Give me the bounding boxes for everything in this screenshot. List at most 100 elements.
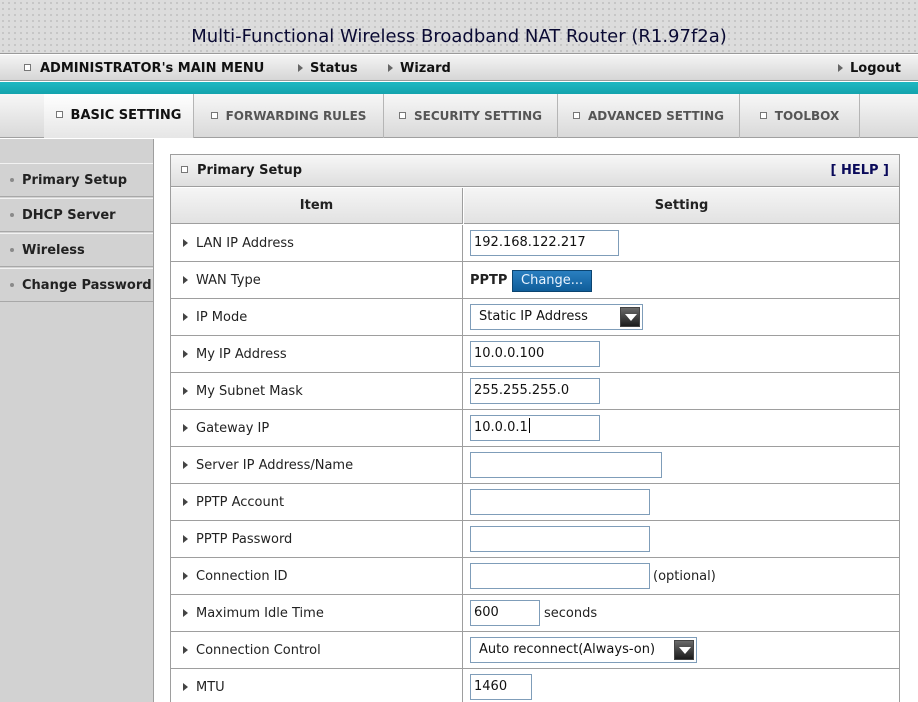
sidebar-item-wireless[interactable]: Wireless [0, 233, 153, 267]
bullet-icon [10, 283, 14, 287]
dropdown-arrow-icon [674, 640, 694, 660]
row-setting: 192.168.122.217 [470, 225, 895, 261]
table-row: Connection Control Auto reconnect(Always… [171, 632, 899, 669]
row-setting: 1460 [470, 669, 895, 702]
ip-mode-select[interactable]: Static IP Address [470, 304, 643, 330]
arrow-right-icon [183, 276, 188, 284]
arrow-right-icon [838, 64, 843, 72]
row-setting: 600 seconds [470, 595, 895, 631]
square-bullet-icon [210, 112, 218, 119]
table-row: PPTP Password [171, 521, 899, 558]
row-label: Server IP Address/Name [171, 447, 463, 483]
row-label: IP Mode [171, 299, 463, 335]
arrow-right-icon [183, 498, 188, 506]
table-row: IP Mode Static IP Address [171, 299, 899, 336]
bullet-icon [10, 248, 14, 252]
admin-main-menu-link[interactable]: ADMINISTRATOR's MAIN MENU [24, 61, 264, 76]
table-row: LAN IP Address 192.168.122.217 [171, 225, 899, 262]
row-setting: (optional) [470, 558, 895, 594]
tab-basic-setting[interactable]: BASIC SETTING [44, 94, 194, 138]
page-title: Multi-Functional Wireless Broadband NAT … [191, 26, 727, 47]
connection-id-input[interactable] [470, 563, 650, 589]
wan-type-value: PPTP [470, 273, 508, 288]
arrow-right-icon [183, 424, 188, 432]
panel-title: Primary Setup [181, 163, 302, 178]
row-setting: 10.0.0.100 [470, 336, 895, 372]
square-bullet-icon [399, 112, 406, 119]
row-label: MTU [171, 669, 463, 702]
arrow-right-icon [183, 609, 188, 617]
row-label: WAN Type [171, 262, 463, 298]
arrow-right-icon [183, 683, 188, 691]
logout-link[interactable]: Logout [838, 61, 901, 76]
square-bullet-icon [55, 111, 63, 118]
arrow-right-icon [183, 535, 188, 543]
table-row: Server IP Address/Name [171, 447, 899, 484]
row-label: Connection Control [171, 632, 463, 668]
gateway-ip-input[interactable]: 10.0.0.1 [470, 415, 600, 441]
accent-strip [0, 82, 918, 94]
lan-ip-input[interactable]: 192.168.122.217 [470, 230, 619, 256]
sidebar: Primary Setup DHCP Server Wireless Chang… [0, 139, 154, 702]
tab-bar: BASIC SETTING FORWARDING RULES SECURITY … [0, 94, 918, 138]
tab-toolbox[interactable]: TOOLBOX [740, 94, 860, 138]
primary-setup-panel: Primary Setup [ HELP ] Item Setting LAN … [170, 154, 900, 702]
connection-control-select[interactable]: Auto reconnect(Always-on) [470, 637, 697, 663]
row-setting [470, 484, 895, 520]
sidebar-item-change-password[interactable]: Change Password [0, 268, 153, 302]
title-bar: Multi-Functional Wireless Broadband NAT … [0, 0, 918, 54]
idle-time-input[interactable]: 600 [470, 600, 540, 626]
row-label: Connection ID [171, 558, 463, 594]
seconds-unit: seconds [544, 606, 598, 621]
table-row: Gateway IP 10.0.0.1 [171, 410, 899, 447]
table-row: PPTP Account [171, 484, 899, 521]
row-label: My Subnet Mask [171, 373, 463, 409]
row-setting: 255.255.255.0 [470, 373, 895, 409]
wizard-link[interactable]: Wizard [388, 61, 451, 76]
table-row: Maximum Idle Time 600 seconds [171, 595, 899, 632]
sidebar-item-primary-setup[interactable]: Primary Setup [0, 163, 153, 197]
square-bullet-icon [181, 166, 188, 173]
text-cursor [528, 418, 530, 433]
arrow-right-icon [298, 64, 303, 72]
row-label: PPTP Password [171, 521, 463, 557]
pptp-password-input[interactable] [470, 526, 650, 552]
row-label: PPTP Account [171, 484, 463, 520]
sidebar-item-dhcp-server[interactable]: DHCP Server [0, 198, 153, 232]
arrow-right-icon [388, 64, 393, 72]
optional-hint: (optional) [653, 569, 716, 584]
table-row: Connection ID (optional) [171, 558, 899, 595]
row-label: LAN IP Address [171, 225, 463, 261]
row-label: My IP Address [171, 336, 463, 372]
arrow-right-icon [183, 646, 188, 654]
row-setting: PPTP Change... [470, 262, 895, 298]
column-header-item: Item [171, 188, 463, 224]
help-link[interactable]: [ HELP ] [830, 163, 889, 178]
tab-forwarding-rules[interactable]: FORWARDING RULES [194, 94, 384, 138]
row-setting: Static IP Address [470, 299, 895, 335]
row-setting [470, 521, 895, 557]
table-row: My Subnet Mask 255.255.255.0 [171, 373, 899, 410]
panel-header: Primary Setup [ HELP ] [171, 155, 899, 187]
arrow-right-icon [183, 313, 188, 321]
arrow-right-icon [183, 239, 188, 247]
row-setting: 10.0.0.1 [470, 410, 895, 446]
tab-advanced-setting[interactable]: ADVANCED SETTING [558, 94, 740, 138]
row-label: Maximum Idle Time [171, 595, 463, 631]
bullet-icon [10, 178, 14, 182]
arrow-right-icon [183, 350, 188, 358]
tab-security-setting[interactable]: SECURITY SETTING [384, 94, 558, 138]
mtu-input[interactable]: 1460 [470, 674, 532, 700]
row-setting: Auto reconnect(Always-on) [470, 632, 895, 668]
subnet-mask-input[interactable]: 255.255.255.0 [470, 378, 600, 404]
arrow-right-icon [183, 387, 188, 395]
server-ip-input[interactable] [470, 452, 662, 478]
square-bullet-icon [572, 112, 580, 119]
row-label: Gateway IP [171, 410, 463, 446]
change-wan-type-button[interactable]: Change... [512, 270, 593, 292]
my-ip-input[interactable]: 10.0.0.100 [470, 341, 600, 367]
row-setting [470, 447, 895, 483]
dropdown-arrow-icon [620, 307, 640, 327]
pptp-account-input[interactable] [470, 489, 650, 515]
status-link[interactable]: Status [298, 61, 358, 76]
